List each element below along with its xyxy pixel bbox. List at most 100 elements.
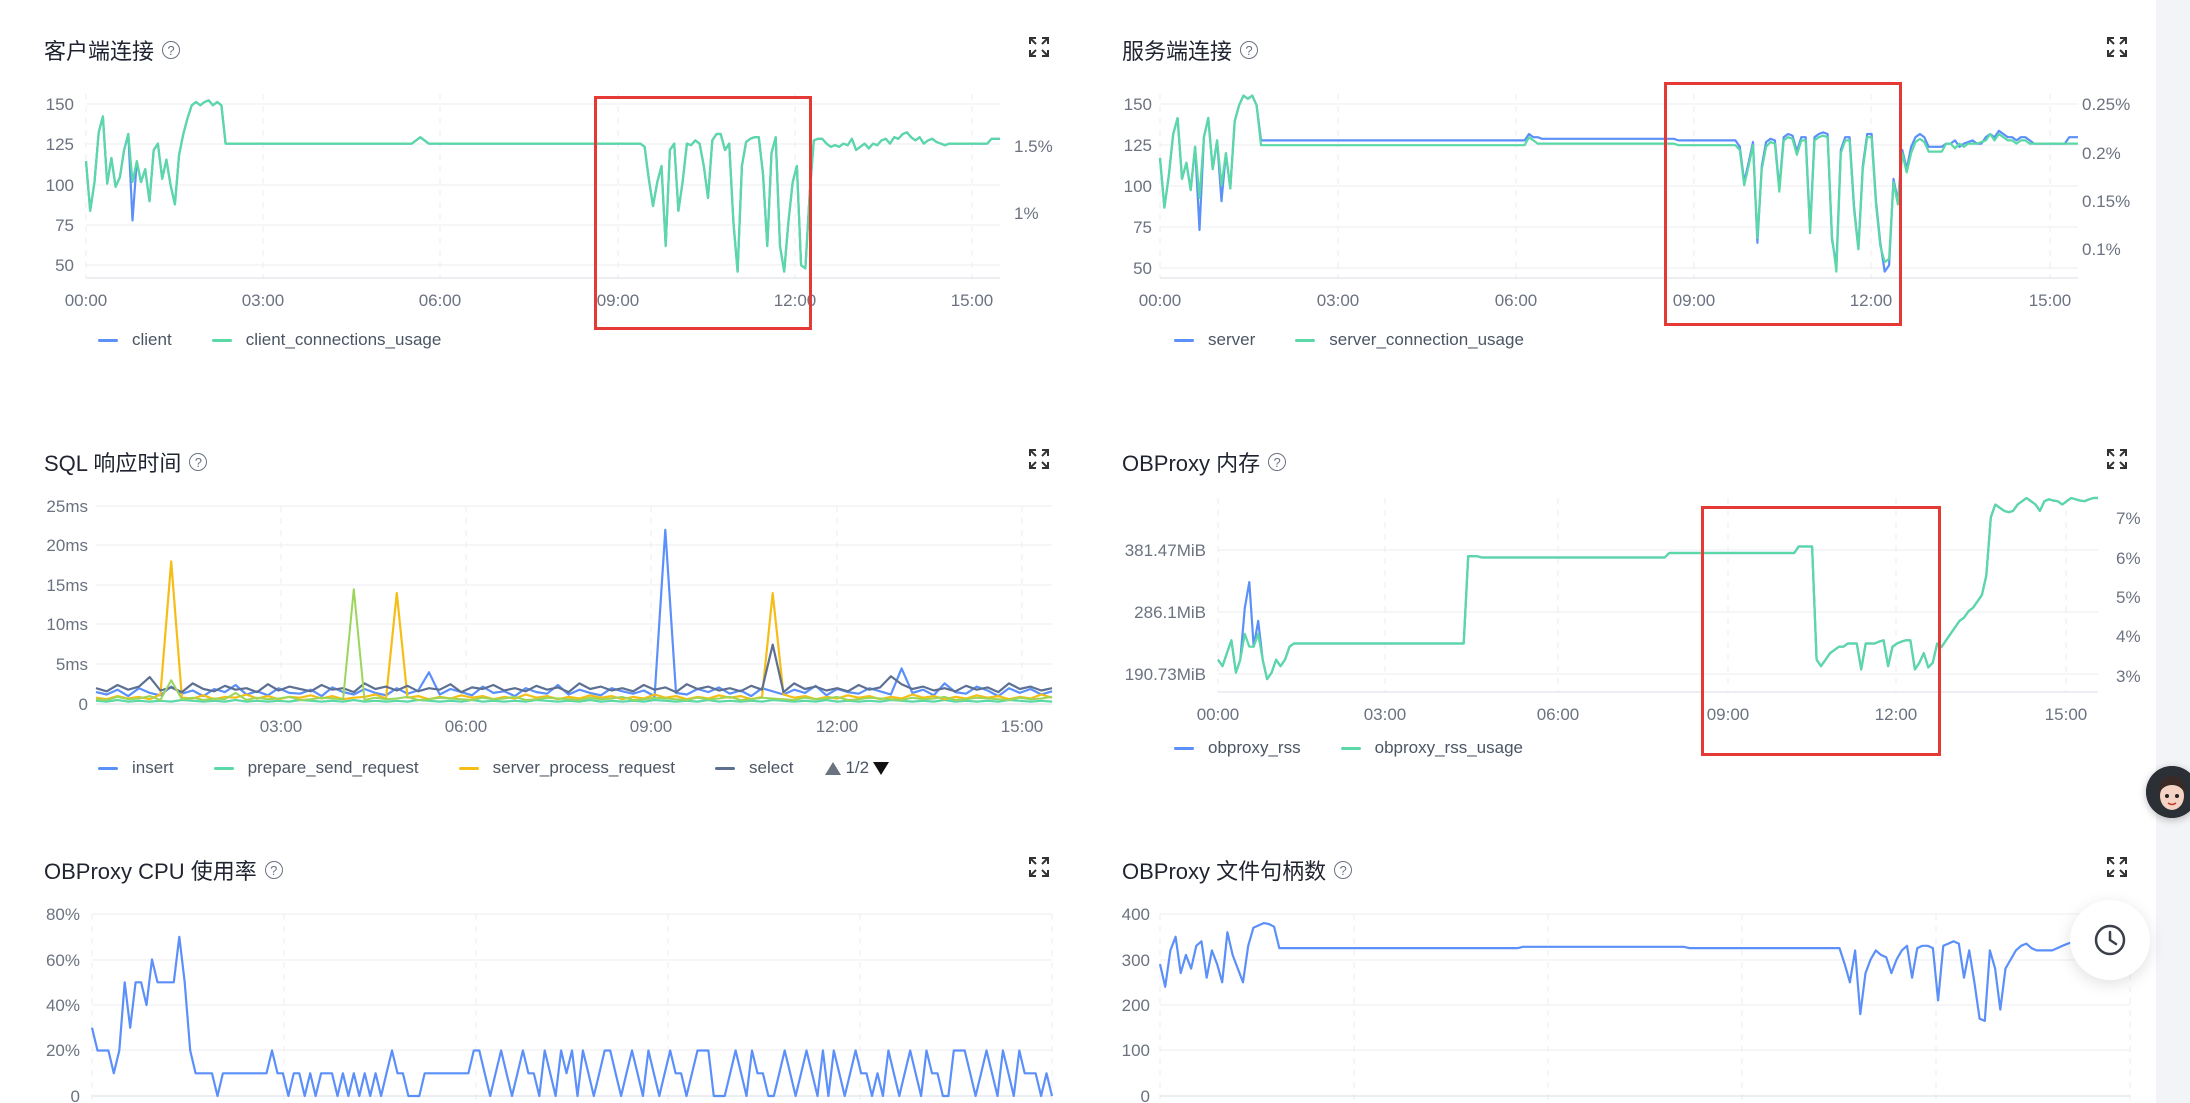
y-tick-label: 125 bbox=[1124, 136, 1152, 155]
y2-tick-label: 7% bbox=[2116, 509, 2141, 528]
series-line-insert bbox=[95, 528, 1053, 698]
y2-tick-label: 0.1% bbox=[2082, 240, 2121, 259]
y-tick-label: 40% bbox=[46, 996, 80, 1015]
legend-item-server[interactable]: server bbox=[1174, 330, 1255, 350]
y-tick-label: 100 bbox=[1124, 177, 1152, 196]
series-line-obproxy-rss bbox=[1217, 496, 2098, 681]
legend-label: insert bbox=[132, 758, 174, 777]
y2-tick-label: 0.2% bbox=[2082, 144, 2121, 163]
y-tick-label: 381.47MiB bbox=[1125, 541, 1206, 560]
y-tick-label: 286.1MiB bbox=[1134, 603, 1206, 622]
y-tick-label: 125 bbox=[46, 135, 74, 154]
x-tick-label: 03:00 bbox=[1317, 291, 1360, 310]
y-tick-label: 20ms bbox=[46, 536, 88, 555]
x-tick-label: 12:00 bbox=[1875, 705, 1918, 724]
legend-swatch bbox=[98, 766, 118, 770]
panel-obproxy-file-handles: OBProxy 文件句柄数 ? 400 300 200 100 0 bbox=[1078, 820, 2156, 1103]
legend-label: client_connections_usage bbox=[245, 330, 442, 349]
obproxy-file-handles-chart: 400 300 200 100 0 bbox=[1122, 905, 2131, 1103]
y-tick-label: 25ms bbox=[46, 497, 88, 516]
panel-server-connections: 服务端连接 ? 150 125 100 75 50 0.25% 0.2% 0.15% 0.1% 0… bbox=[1078, 0, 2156, 410]
y-tick-label: 75 bbox=[1133, 218, 1152, 237]
x-tick-label: 06:00 bbox=[1495, 291, 1538, 310]
legend-swatch bbox=[211, 338, 232, 342]
y-tick-label: 60% bbox=[46, 951, 80, 970]
panel-obproxy-memory: OBProxy 内存 ? 381.47MiB 286.1MiB 190.73MiB 7… bbox=[1078, 410, 2156, 820]
x-tick-label: 09:00 bbox=[597, 291, 640, 310]
x-tick-label: 12:00 bbox=[816, 717, 859, 736]
series-line-client-connections-usage bbox=[84, 99, 1000, 273]
obproxy-memory-chart: 381.47MiB 286.1MiB 190.73MiB 7% 6% 5% 4% 3% 00:0… bbox=[1125, 496, 2141, 724]
chart-legend: insert prepare_send_request server_proce… bbox=[98, 758, 890, 778]
legend-swatch bbox=[213, 766, 234, 770]
x-tick-label: 03:00 bbox=[260, 717, 303, 736]
x-tick-label: 00:00 bbox=[65, 291, 108, 310]
y-tick-label: 150 bbox=[1124, 95, 1152, 114]
x-tick-label: 12:00 bbox=[1850, 291, 1893, 310]
x-tick-label: 15:00 bbox=[951, 291, 994, 310]
history-button[interactable] bbox=[2070, 900, 2150, 980]
legend-item-client[interactable]: client bbox=[98, 330, 172, 350]
legend-swatch bbox=[1174, 338, 1194, 342]
legend-item-obproxy-rss-usage[interactable]: obproxy_rss_usage bbox=[1340, 738, 1523, 758]
x-tick-label: 06:00 bbox=[419, 291, 462, 310]
y-tick-label: 50 bbox=[1133, 259, 1152, 278]
y-tick-label: 50 bbox=[55, 256, 74, 275]
series-line-cpu bbox=[90, 935, 1054, 1098]
y2-tick-label: 1% bbox=[1014, 204, 1039, 223]
avatar-icon bbox=[2146, 766, 2190, 818]
legend-swatch bbox=[1340, 746, 1361, 750]
y-tick-label: 0 bbox=[71, 1087, 80, 1103]
pager-down-icon[interactable] bbox=[873, 761, 890, 775]
y2-tick-label: 6% bbox=[2116, 549, 2141, 568]
y2-tick-label: 1.5% bbox=[1014, 137, 1053, 156]
legend-item-client-connections-usage[interactable]: client_connections_usage bbox=[211, 330, 442, 350]
x-tick-label: 00:00 bbox=[1139, 291, 1182, 310]
chart-legend: server server_connection_usage bbox=[1174, 330, 1524, 350]
series-line-obproxy-rss-usage bbox=[1217, 496, 2098, 681]
legend-label: server_connection_usage bbox=[1329, 330, 1524, 349]
legend-item-prepare-send-request[interactable]: prepare_send_request bbox=[213, 758, 419, 778]
legend-item-insert[interactable]: insert bbox=[98, 758, 174, 778]
series-line-server-process-request bbox=[95, 560, 1053, 701]
panel-client-connections: 客户端连接 ? 150 125 100 75 50 1.5% 1% 00:00 03:00 06:… bbox=[0, 0, 1078, 410]
legend-swatch bbox=[1174, 746, 1194, 750]
assistant-avatar[interactable] bbox=[2146, 766, 2190, 818]
legend-item-server-connection-usage[interactable]: server_connection_usage bbox=[1295, 330, 1524, 350]
chart-legend: obproxy_rss obproxy_rss_usage bbox=[1174, 738, 1523, 758]
series-line-fd bbox=[1158, 921, 2130, 1022]
x-tick-label: 12:00 bbox=[774, 291, 817, 310]
legend-label: server_process_request bbox=[492, 758, 676, 777]
y-tick-label: 300 bbox=[1122, 951, 1150, 970]
legend-swatch bbox=[715, 766, 736, 770]
y-tick-label: 400 bbox=[1122, 905, 1150, 924]
x-tick-label: 06:00 bbox=[445, 717, 488, 736]
y-tick-label: 150 bbox=[46, 95, 74, 114]
pager-label: 1/2 bbox=[845, 758, 870, 777]
legend-item-server-process-request[interactable]: server_process_request bbox=[458, 758, 676, 778]
y-tick-label: 190.73MiB bbox=[1125, 665, 1206, 684]
legend-label: prepare_send_request bbox=[247, 758, 419, 777]
series-line-server bbox=[1158, 94, 2078, 273]
y2-tick-label: 5% bbox=[2116, 588, 2141, 607]
legend-item-obproxy-rss[interactable]: obproxy_rss bbox=[1174, 738, 1301, 758]
x-tick-label: 15:00 bbox=[2029, 291, 2072, 310]
pager-up-icon[interactable] bbox=[825, 761, 842, 775]
y-tick-label: 10ms bbox=[46, 615, 88, 634]
sql-response-time-chart: 25ms 20ms 15ms 10ms 5ms 0 03:00 06:00 09:00 12:00… bbox=[46, 497, 1053, 736]
series-line-server-connection-usage bbox=[1158, 94, 2078, 273]
legend-item-select[interactable]: select bbox=[715, 758, 793, 778]
y2-tick-label: 3% bbox=[2116, 667, 2141, 686]
y-tick-label: 100 bbox=[46, 176, 74, 195]
legend-label: obproxy_rss bbox=[1208, 738, 1301, 757]
legend-swatch bbox=[1295, 338, 1316, 342]
legend-label: select bbox=[749, 758, 794, 777]
x-tick-label: 15:00 bbox=[2045, 705, 2088, 724]
y2-tick-label: 4% bbox=[2116, 627, 2141, 646]
y-tick-label: 15ms bbox=[46, 576, 88, 595]
client-connections-chart: 150 125 100 75 50 1.5% 1% 00:00 03:00 06:00 09:00 1… bbox=[46, 94, 1053, 310]
panel-obproxy-cpu: OBProxy CPU 使用率 ? 80% 60% 40% 20% 0 bbox=[0, 820, 1078, 1103]
y-tick-label: 5ms bbox=[56, 655, 88, 674]
y-tick-label: 0 bbox=[1141, 1087, 1150, 1103]
x-tick-label: 09:00 bbox=[1673, 291, 1716, 310]
